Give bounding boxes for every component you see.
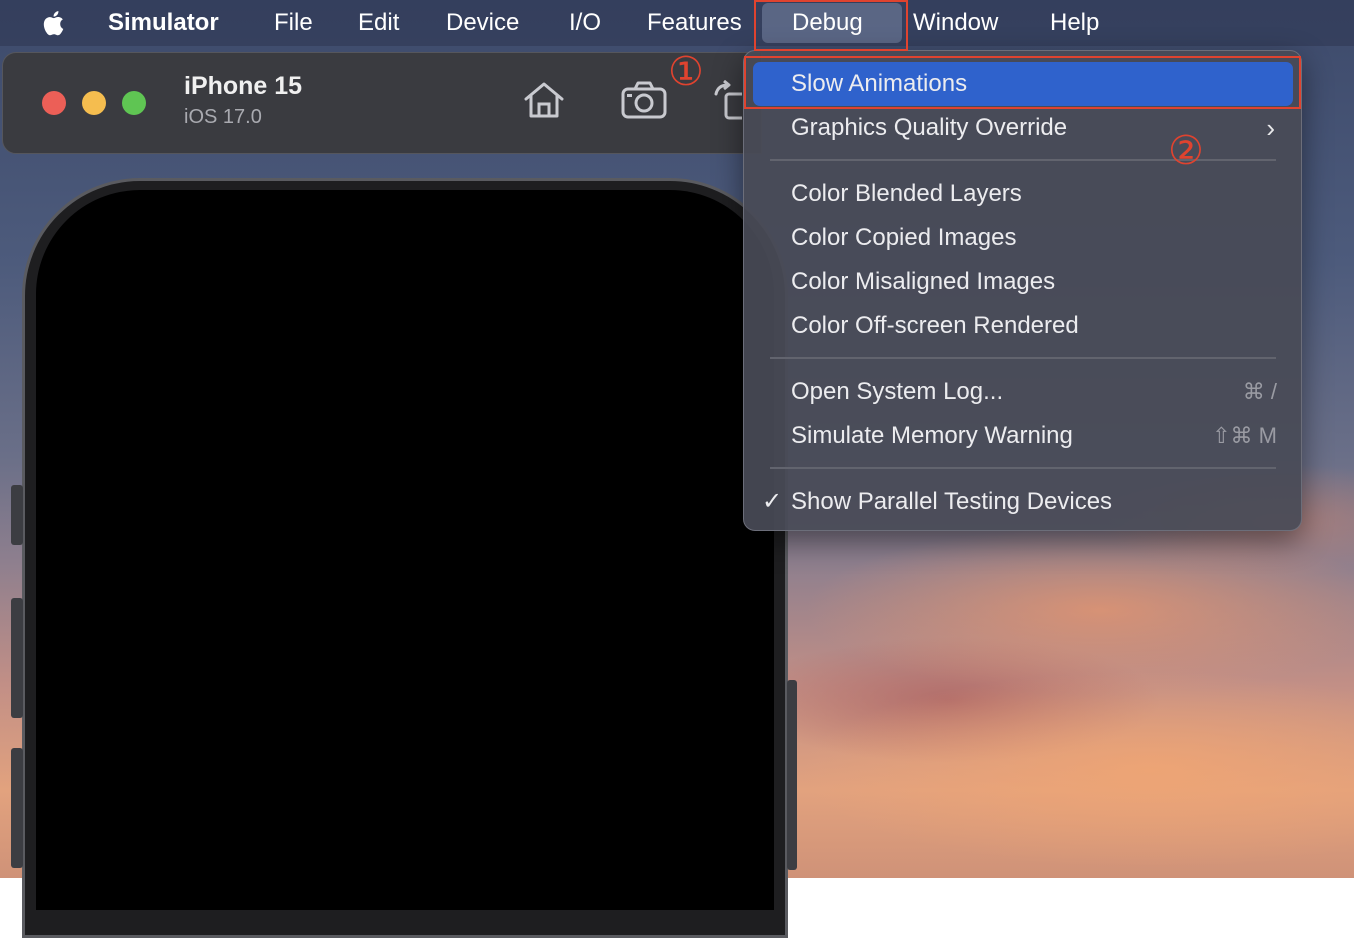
- home-icon[interactable]: [522, 80, 566, 120]
- checkmark-icon: ✓: [762, 488, 783, 515]
- menu-item-label: Color Copied Images: [791, 224, 1017, 251]
- volume-down-button[interactable]: [11, 748, 23, 868]
- menu-item-color-blended-layers[interactable]: Color Blended Layers: [744, 172, 1303, 216]
- device-name: iPhone 15: [184, 72, 303, 100]
- menu-file[interactable]: File: [274, 0, 313, 46]
- menu-item-label: Color Blended Layers: [791, 180, 1022, 207]
- menu-item-label: Graphics Quality Override: [791, 114, 1068, 141]
- menu-features[interactable]: Features: [647, 0, 742, 46]
- menu-item-color-copied-images[interactable]: Color Copied Images: [744, 216, 1303, 260]
- rotate-icon[interactable]: [712, 80, 742, 120]
- close-window-button[interactable]: [42, 91, 66, 115]
- menu-item-open-system-log[interactable]: Open System Log... ⌘ /: [744, 370, 1303, 414]
- annotation-step-1: ①: [668, 49, 704, 95]
- menu-item-label: Color Off-screen Rendered: [791, 312, 1079, 339]
- annotation-step-2: ②: [1168, 128, 1204, 174]
- minimize-window-button[interactable]: [82, 91, 106, 115]
- menu-separator: [770, 467, 1276, 469]
- menu-item-shortcut: ⌘ /: [1242, 379, 1277, 404]
- menu-item-color-misaligned-images[interactable]: Color Misaligned Images: [744, 260, 1303, 304]
- annotation-box-slow-animations: [744, 56, 1301, 109]
- debug-menu: Slow Animations Graphics Quality Overrid…: [743, 50, 1302, 531]
- apple-logo-icon[interactable]: [40, 8, 70, 38]
- power-button[interactable]: [787, 680, 797, 870]
- menu-item-label: Simulate Memory Warning: [791, 422, 1073, 449]
- menu-window[interactable]: Window: [913, 0, 998, 46]
- menu-item-color-offscreen-rendered[interactable]: Color Off-screen Rendered: [744, 304, 1303, 348]
- chevron-right-icon: ›: [1266, 113, 1275, 143]
- menu-io[interactable]: I/O: [569, 0, 601, 46]
- menu-app-simulator[interactable]: Simulator: [108, 0, 219, 46]
- menu-item-label: Open System Log...: [791, 378, 1004, 405]
- menu-edit[interactable]: Edit: [358, 0, 399, 46]
- iphone-screen[interactable]: [36, 190, 774, 910]
- menu-item-shortcut: ⇧⌘ M: [1212, 423, 1277, 448]
- menu-item-show-parallel-testing-devices[interactable]: ✓ Show Parallel Testing Devices: [744, 480, 1303, 524]
- menu-help[interactable]: Help: [1050, 0, 1099, 46]
- menu-bar: Simulator File Edit Device I/O Features …: [0, 0, 1354, 46]
- menu-item-label: Show Parallel Testing Devices: [791, 488, 1113, 515]
- menu-device[interactable]: Device: [446, 0, 519, 46]
- zoom-window-button[interactable]: [122, 91, 146, 115]
- screenshot-camera-icon[interactable]: [620, 80, 668, 120]
- volume-up-button[interactable]: [11, 598, 23, 718]
- menu-separator: [770, 357, 1276, 359]
- menu-item-label: Color Misaligned Images: [791, 268, 1056, 295]
- menu-item-graphics-quality-override[interactable]: Graphics Quality Override ›: [744, 106, 1303, 150]
- menu-item-simulate-memory-warning[interactable]: Simulate Memory Warning ⇧⌘ M: [744, 414, 1303, 458]
- os-version: iOS 17.0: [184, 106, 262, 128]
- action-button[interactable]: [11, 485, 23, 545]
- annotation-box-debug-menu: [754, 0, 908, 51]
